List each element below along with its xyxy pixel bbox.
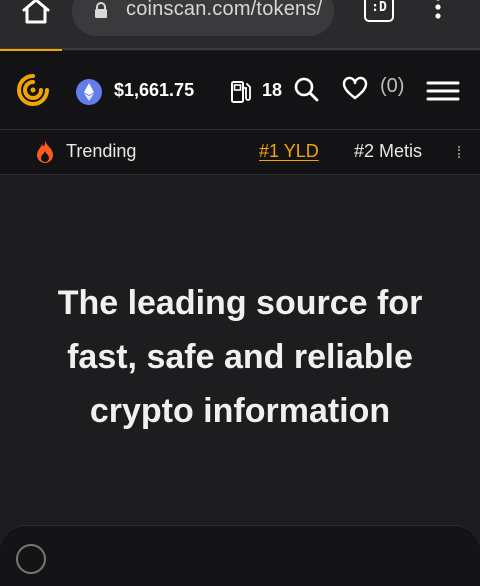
logo-icon[interactable]: [16, 73, 50, 107]
site-header: $1,661.75 18 (0): [0, 51, 480, 130]
eth-icon: [76, 79, 102, 105]
bottom-sheet[interactable]: [0, 525, 480, 586]
trending-item-2[interactable]: #2 Metis: [354, 141, 422, 162]
search-icon[interactable]: [292, 75, 320, 103]
trending-overflow-indicator: [458, 146, 463, 158]
lock-icon: [94, 2, 108, 18]
fire-icon: [34, 139, 56, 165]
tab-switcher-button[interactable]: :D: [364, 0, 394, 22]
hamburger-menu-icon[interactable]: [426, 79, 460, 103]
hero-headline: The leading source for fast, safe and re…: [57, 284, 423, 430]
trending-bar: Trending #1 YLD #2 Metis: [0, 130, 480, 175]
trending-item-1[interactable]: #1 YLD: [259, 141, 319, 162]
gas-price: 18: [262, 80, 283, 100]
gas-pump-icon: [230, 79, 252, 105]
browser-toolbar: coinscan.com/tokens/ :D: [0, 0, 480, 50]
sheet-icon: [16, 544, 46, 574]
address-bar[interactable]: coinscan.com/tokens/: [72, 0, 334, 36]
url-text[interactable]: coinscan.com/tokens/: [126, 0, 322, 21]
watchlist-count[interactable]: (0): [380, 75, 404, 98]
home-icon[interactable]: [16, 0, 56, 28]
kebab-menu-icon[interactable]: [430, 0, 446, 22]
eth-price: $1,661.75: [114, 80, 195, 100]
trending-label: Trending: [66, 141, 137, 161]
heart-icon[interactable]: [342, 76, 368, 102]
